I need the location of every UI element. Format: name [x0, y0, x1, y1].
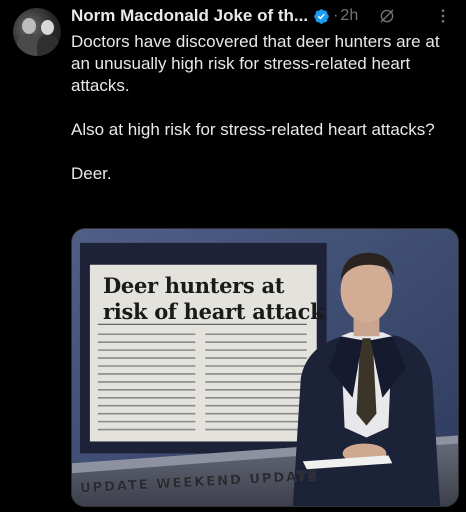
tweet-paragraph: Also at high risk for stress-related hea… — [71, 120, 435, 139]
tweet-paragraph: Doctors have discovered that deer hunter… — [71, 32, 440, 95]
tweet: Norm Macdonald Joke of th... · 2h Doctor… — [0, 0, 466, 512]
author-name[interactable]: Norm Macdonald Joke of th... — [71, 6, 308, 26]
tweet-text: Doctors have discovered that deer hunter… — [71, 31, 458, 207]
news-broadcast-image — [72, 229, 458, 506]
grok-icon[interactable] — [378, 7, 396, 25]
tweet-header: Norm Macdonald Joke of th... · 2h — [71, 4, 460, 28]
tweet-image[interactable]: Deer hunters at risk of heart attack UPD… — [71, 228, 459, 507]
verified-badge-icon — [314, 8, 329, 24]
tweet-paragraph: Deer. — [71, 164, 112, 183]
newspaper-headline: Deer hunters at — [103, 273, 285, 298]
avatar[interactable] — [13, 8, 61, 56]
more-options-icon[interactable] — [434, 7, 452, 25]
timestamp[interactable]: 2h — [340, 7, 358, 25]
separator-dot: · — [333, 7, 339, 24]
newspaper-headline: risk of heart attack — [103, 299, 325, 324]
